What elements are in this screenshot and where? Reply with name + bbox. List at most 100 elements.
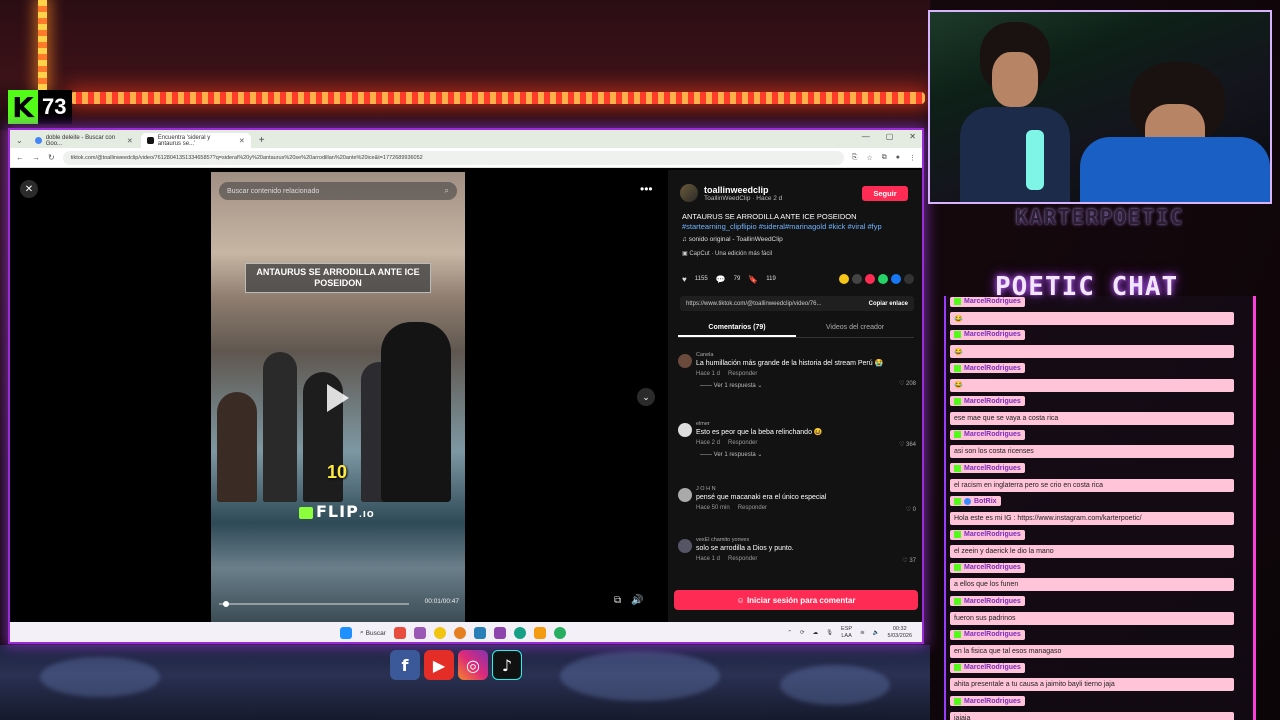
chat-username[interactable]: MarcelRodrigues (950, 396, 1025, 407)
copy-link-button[interactable]: Copiar enlace (869, 301, 914, 307)
play-icon[interactable] (327, 384, 349, 412)
view-replies-button[interactable]: —— Ver 1 respuesta ⌄ (696, 382, 916, 389)
author-avatar[interactable] (680, 184, 698, 202)
sound-icon[interactable]: 🔈 (873, 630, 880, 637)
facebook-icon[interactable] (891, 274, 901, 284)
tab-google-search[interactable]: doble deleite - Buscar con Goo... ✕ (29, 133, 139, 148)
close-tab-icon[interactable]: ✕ (239, 137, 245, 145)
pip-icon[interactable]: ⧉ (614, 595, 621, 606)
extensions-icon[interactable]: ⧉ (882, 154, 887, 162)
comment-likes[interactable]: ♡ 208 (899, 380, 916, 387)
comment-likes[interactable]: ♡ 364 (899, 441, 916, 448)
author-info[interactable]: toallinweedclip ToallinWeedClip · Hace 2… (680, 184, 782, 202)
heart-icon[interactable]: ♥ (682, 275, 687, 284)
follow-button[interactable]: Seguir (862, 186, 908, 201)
video-progress-bar[interactable] (219, 601, 409, 607)
chat-username[interactable]: BotRix (950, 496, 1001, 507)
whatsapp-icon[interactable] (878, 274, 888, 284)
comment-likes[interactable]: ♡ 0 (906, 506, 916, 513)
tab-creator-videos[interactable]: Videos del creador (796, 320, 914, 337)
login-to-comment-button[interactable]: ☺ Iniciar sesión para comentar (674, 590, 918, 610)
minimize-icon[interactable]: — (862, 132, 870, 141)
profile-avatar-icon[interactable]: ● (896, 154, 900, 162)
app-icon[interactable] (473, 627, 486, 639)
taskbar-search[interactable]: ⌕ Buscar (360, 629, 386, 637)
windows-start-icon[interactable] (340, 627, 352, 639)
store-icon[interactable] (493, 627, 506, 639)
share-arrow-icon[interactable] (904, 274, 914, 284)
coin-icon[interactable] (839, 274, 849, 284)
reply-button[interactable]: Responder (738, 505, 767, 511)
reply-button[interactable]: Responder (728, 556, 757, 562)
chat-username[interactable]: MarcelRodrigues (950, 629, 1025, 640)
file-explorer-icon[interactable] (533, 627, 546, 639)
maximize-icon[interactable]: ▢ (886, 132, 894, 141)
chat-username[interactable]: MarcelRodrigues (950, 529, 1025, 540)
new-tab-button[interactable]: + (253, 133, 271, 148)
commenter-name[interactable]: J O H N (696, 486, 916, 492)
chat-username[interactable]: MarcelRodrigues (950, 696, 1025, 707)
author-name[interactable]: toallinweedclip (704, 185, 782, 195)
tray-chevron-icon[interactable]: ⌃ (787, 630, 792, 637)
commenter-avatar[interactable] (678, 539, 692, 553)
app-icon[interactable] (413, 627, 426, 639)
url-input[interactable]: tiktok.com/@toallinweedclip/video/761280… (62, 150, 844, 165)
bookmark-star-icon[interactable]: ☆ (866, 154, 872, 162)
next-video-button[interactable]: ⌄ (637, 388, 655, 406)
related-search-input[interactable]: Buscar contenido relacionado ⌕ (219, 182, 457, 200)
embed-icon[interactable] (852, 274, 862, 284)
language-indicator[interactable]: ESP LAA (841, 626, 852, 640)
volume-icon[interactable]: 🔊 (631, 595, 643, 606)
chat-username[interactable]: MarcelRodrigues (950, 562, 1025, 573)
commenter-name[interactable]: Canela (696, 352, 916, 358)
chat-username[interactable]: MarcelRodrigues (950, 596, 1025, 607)
video-link[interactable]: https://www.tiktok.com/@toallinweedclip/… (686, 301, 821, 307)
chat-username[interactable]: MarcelRodrigues (950, 329, 1025, 340)
chat-username[interactable]: MarcelRodrigues (950, 296, 1025, 307)
back-icon[interactable]: ← (16, 153, 24, 162)
wifi-icon[interactable]: ≋ (860, 630, 865, 637)
bookmark-icon[interactable]: 🔖 (748, 275, 758, 284)
chat-username[interactable]: MarcelRodrigues (950, 463, 1025, 473)
commenter-name[interactable]: vexEl chamito yonvex (696, 537, 916, 543)
music-info[interactable]: ♫ sonido original - ToallinWeedClip (682, 236, 783, 243)
commenter-avatar[interactable] (678, 423, 692, 437)
close-video-button[interactable]: ✕ (20, 180, 38, 198)
send-icon[interactable] (865, 274, 875, 284)
reload-icon[interactable]: ↻ (48, 153, 55, 162)
edge-icon[interactable] (513, 627, 526, 639)
comment-likes[interactable]: ♡ 37 (902, 557, 916, 564)
progress-knob[interactable] (222, 601, 229, 607)
description-hashtags[interactable]: #startearning_clipflipio #sideral#marina… (682, 222, 914, 232)
view-replies-button[interactable]: —— Ver 1 respuesta ⌄ (696, 451, 916, 458)
clock[interactable]: 00:32 5/03/2026 (888, 626, 912, 640)
capcut-link[interactable]: ▣ CapCut · Una edición más fácil (682, 250, 772, 257)
tab-tiktok[interactable]: Encuentra 'sideral y antaurus se...' ✕ (140, 133, 251, 148)
chat-username[interactable]: MarcelRodrigues (950, 429, 1025, 440)
tray-app-icon[interactable]: ☁ (813, 630, 819, 637)
tab-list-icon[interactable]: ⌄ (14, 136, 27, 148)
search-icon[interactable]: ⌕ (445, 186, 449, 196)
chrome-icon[interactable] (433, 627, 446, 639)
reply-button[interactable]: Responder (728, 440, 757, 446)
comment-icon[interactable]: 💬 (716, 275, 726, 284)
reply-button[interactable]: Responder (728, 371, 757, 377)
mic-icon[interactable]: 🎙 (826, 630, 833, 637)
menu-dots-icon[interactable]: ⋮ (909, 154, 916, 162)
forward-icon[interactable]: → (32, 153, 40, 162)
tray-app-icon[interactable]: ⟳ (800, 630, 805, 637)
more-options-icon[interactable]: ••• (640, 182, 653, 196)
close-tab-icon[interactable]: ✕ (127, 137, 133, 145)
commenter-name[interactable]: elmer (696, 421, 916, 427)
app-icon[interactable] (393, 627, 406, 639)
app-icon[interactable] (553, 627, 566, 639)
commenter-avatar[interactable] (678, 354, 692, 368)
install-icon[interactable]: ⎘ (852, 154, 858, 162)
chat-username[interactable]: MarcelRodrigues (950, 662, 1025, 673)
chat-username[interactable]: MarcelRodrigues (950, 363, 1025, 374)
close-window-icon[interactable]: ✕ (909, 132, 916, 141)
tab-comments[interactable]: Comentarios (79) (678, 320, 796, 337)
video-player[interactable]: Buscar contenido relacionado ⌕ ANTAURUS … (211, 172, 465, 622)
app-icon[interactable] (453, 627, 466, 639)
commenter-avatar[interactable] (678, 488, 692, 502)
